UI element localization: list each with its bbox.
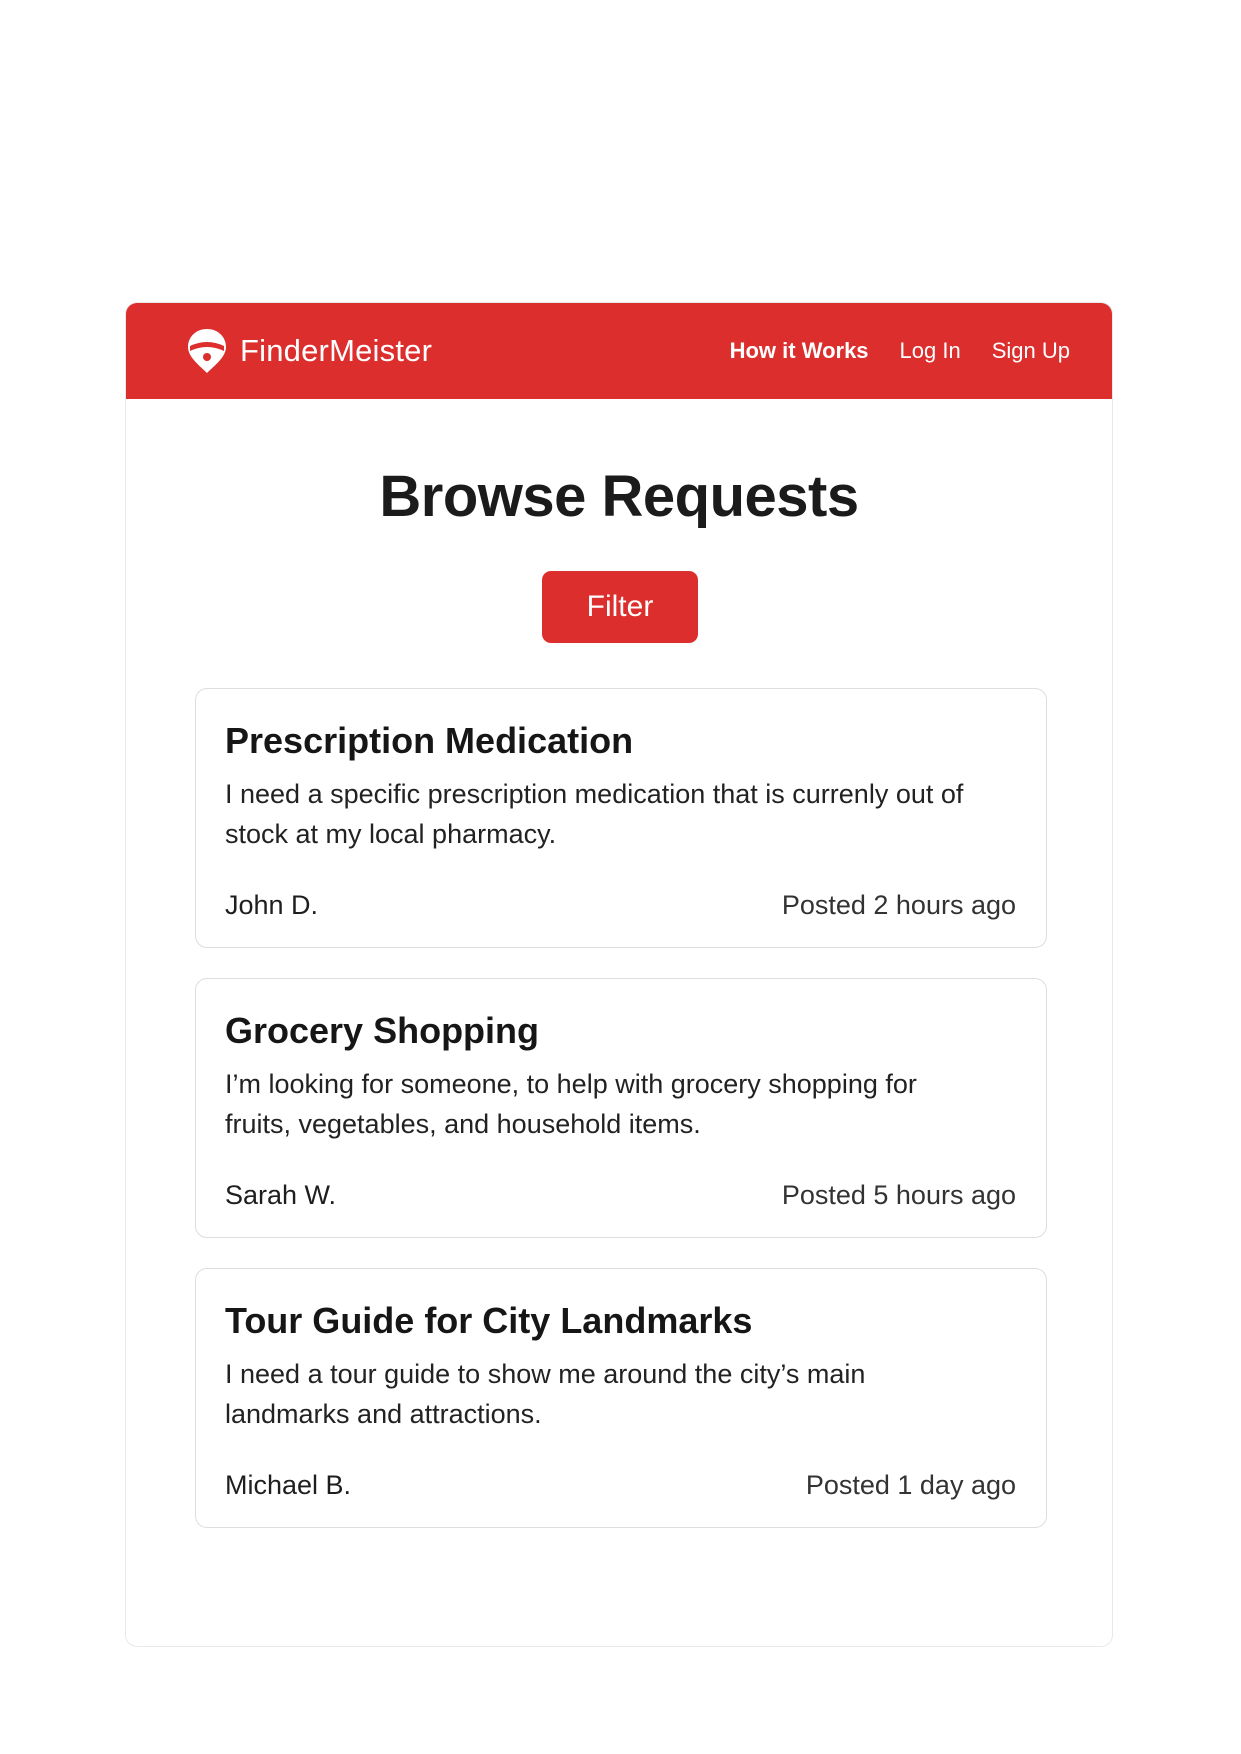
request-description: I’m looking for someone, to help with gr…	[225, 1069, 917, 1140]
brand[interactable]: FinderMeister	[186, 327, 432, 375]
request-footer: Sarah W. Posted 5 hours ago	[225, 1180, 1016, 1211]
request-posted-time: Posted 5 hours ago	[781, 1180, 1016, 1210]
location-pin-icon	[188, 329, 226, 373]
request-author: John D.	[225, 890, 319, 920]
brand-name: FinderMeister	[240, 333, 433, 368]
nav-how-it-works[interactable]: How it Works	[730, 338, 869, 364]
request-footer: John D. Posted 2 hours ago	[225, 890, 1016, 921]
request-description: I need a tour guide to show me around th…	[225, 1359, 866, 1430]
request-footer: Michael B. Posted 1 day ago	[225, 1470, 1016, 1501]
nav-sign-up[interactable]: Sign Up	[992, 338, 1070, 364]
request-title: Tour Guide for City Landmarks	[225, 1300, 753, 1341]
nav-log-in[interactable]: Log In	[900, 338, 961, 364]
page-title: Browse Requests	[379, 464, 859, 529]
request-card[interactable]: Tour Guide for City Landmarks I need a t…	[195, 1268, 1047, 1528]
request-card[interactable]: Grocery Shopping I’m looking for someone…	[195, 978, 1047, 1238]
app-window: FinderMeister How it Works Log In Sign U…	[125, 302, 1113, 1647]
request-author: Sarah W.	[225, 1180, 337, 1210]
request-author: Michael B.	[225, 1470, 352, 1500]
request-card[interactable]: Prescription Medication I need a specifi…	[195, 688, 1047, 948]
top-navbar: FinderMeister How it Works Log In Sign U…	[126, 303, 1112, 399]
request-description: I need a specific prescription medicatio…	[225, 779, 964, 850]
nav-links: How it Works Log In Sign Up	[730, 338, 1070, 364]
request-posted-time: Posted 2 hours ago	[781, 890, 1016, 920]
request-list: Prescription Medication I need a specifi…	[195, 688, 1047, 1558]
filter-button[interactable]: Filter	[542, 571, 698, 643]
request-posted-time: Posted 1 day ago	[805, 1470, 1016, 1500]
request-title: Prescription Medication	[225, 720, 634, 761]
request-title: Grocery Shopping	[225, 1010, 540, 1051]
